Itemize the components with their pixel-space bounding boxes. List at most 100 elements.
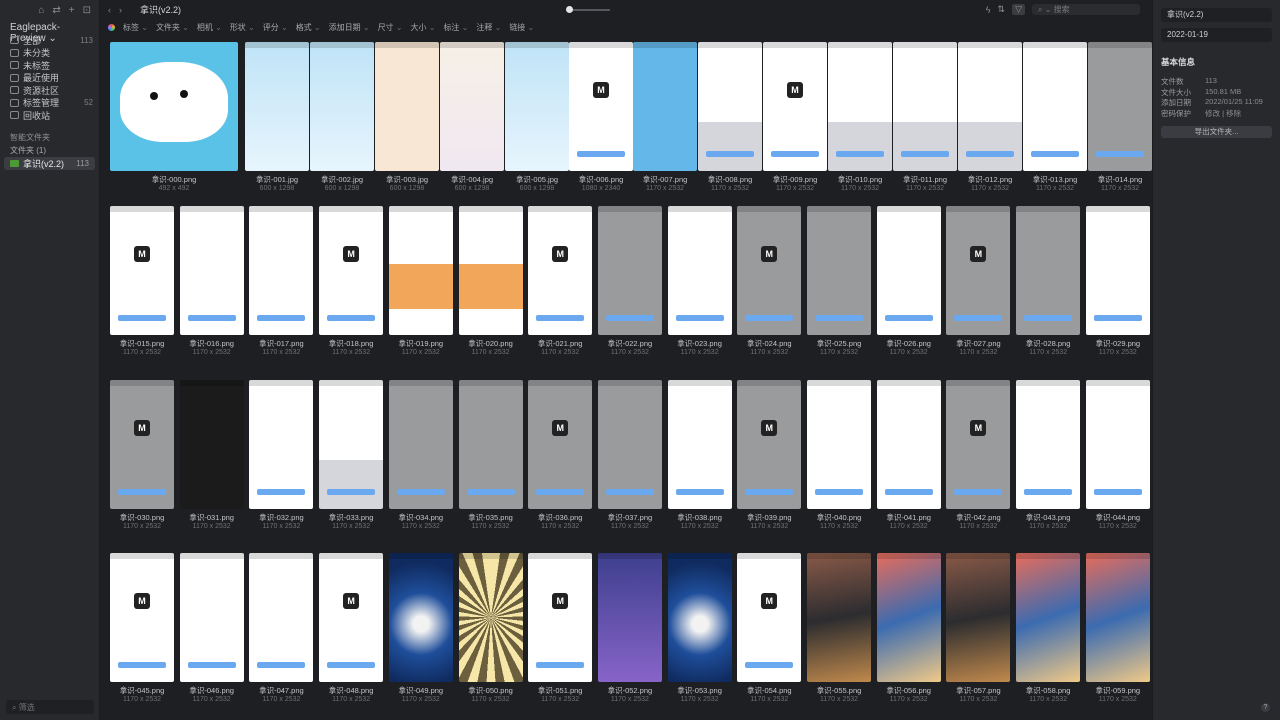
thumbnail-image[interactable]: M [737, 380, 802, 509]
thumbnail-image[interactable] [807, 380, 871, 509]
thumbnail-image[interactable] [828, 42, 892, 171]
thumbnail-image[interactable]: M [528, 206, 593, 335]
export-folder-button[interactable]: 导出文件夹... [1161, 126, 1272, 138]
thumbnail-image[interactable] [876, 206, 941, 335]
filter-icon[interactable]: ▽ [1012, 4, 1025, 15]
thumbnail-image[interactable] [1085, 206, 1150, 335]
thumbnail-image[interactable]: M [946, 206, 1011, 335]
thumbnail-image[interactable] [1088, 42, 1152, 171]
thumbnail-image[interactable] [1016, 206, 1081, 335]
thumbnail-image[interactable] [249, 553, 314, 682]
thumbnail-image[interactable] [1085, 380, 1150, 509]
bell-icon[interactable]: ⌂ [38, 5, 44, 18]
color-filter-icon[interactable] [108, 24, 115, 31]
thumbnail-image[interactable] [876, 553, 941, 682]
thumbnail-image[interactable] [698, 42, 762, 171]
forward-icon[interactable]: › [119, 5, 122, 15]
thumbnail-image[interactable] [388, 380, 453, 509]
help-icon[interactable]: ? [1261, 703, 1270, 712]
thumbnail-image[interactable]: M [110, 380, 174, 509]
info-value[interactable]: 修改 | 移除 [1205, 108, 1241, 119]
zoom-slider-track[interactable] [570, 9, 610, 11]
sidebar-item[interactable]: 资源社区 [0, 84, 99, 97]
filter-dropdown[interactable]: 添加日期 [329, 22, 370, 33]
thumbnail-image[interactable] [667, 553, 732, 682]
thumbnail-image[interactable]: M [946, 380, 1011, 509]
thumbnail-image[interactable] [893, 42, 957, 171]
thumbnail-image[interactable] [375, 42, 439, 171]
thumbnail-image[interactable] [597, 553, 662, 682]
thumbnail-image[interactable] [1016, 553, 1081, 682]
thumbnail-image[interactable] [179, 380, 244, 509]
thumbnail-image[interactable] [958, 42, 1022, 171]
thumbnail-image[interactable] [179, 553, 244, 682]
filter-dropdown[interactable]: 相机 [197, 22, 222, 33]
thumbnail-image[interactable]: M [763, 42, 827, 171]
thumbnail-image[interactable] [310, 42, 374, 171]
thumbnail-image[interactable] [458, 206, 523, 335]
zoom-slider-knob[interactable] [566, 6, 573, 13]
folder-name-field[interactable]: 拿识(v2.2) [1161, 8, 1272, 22]
filter-dropdown[interactable]: 文件夹 [156, 22, 189, 33]
thumbnail-image[interactable] [458, 553, 523, 682]
thumbnail-image[interactable] [633, 42, 697, 171]
sidebar-item[interactable]: 最近使用 [0, 72, 99, 85]
thumbnail-image[interactable]: M [110, 553, 174, 682]
thumbnail-image[interactable] [1023, 42, 1087, 171]
filter-dropdown[interactable]: 格式 [296, 22, 321, 33]
folder-item-active[interactable]: 拿识(v2.2) 113 [4, 156, 95, 170]
thumbnail-image[interactable] [110, 42, 238, 171]
thumbnail-image[interactable] [245, 42, 309, 171]
filter-dropdown[interactable]: 链接 [509, 22, 534, 33]
sidebar-item[interactable]: 回收站 [0, 109, 99, 122]
thumbnail-image[interactable] [807, 206, 871, 335]
sidebar-item[interactable]: 标签管理 52 [0, 97, 99, 110]
filter-dropdown[interactable]: 标签 [123, 22, 148, 33]
thumbnail-image[interactable] [807, 553, 871, 682]
sidebar-item[interactable]: 未分类 [0, 47, 99, 60]
thumbnail-image[interactable] [388, 553, 453, 682]
thumbnail-image[interactable]: M [319, 206, 384, 335]
thumbnail-image[interactable]: M [737, 206, 802, 335]
thumbnail-image[interactable]: M [569, 42, 633, 171]
thumbnail-image[interactable] [319, 380, 384, 509]
thumbnail-image[interactable] [505, 42, 569, 171]
thumbnail-image[interactable] [597, 380, 662, 509]
lightning-icon[interactable]: ϟ [986, 5, 991, 15]
filter-dropdown[interactable]: 注释 [476, 22, 501, 33]
thumbnail-image[interactable]: M [110, 206, 174, 335]
thumbnail-image[interactable] [249, 206, 314, 335]
thumbnail-image[interactable] [249, 380, 314, 509]
filter-dropdown[interactable]: 尺寸 [378, 22, 403, 33]
thumbnail-image[interactable] [440, 42, 504, 171]
thumbnail-image[interactable] [946, 553, 1011, 682]
filter-dropdown[interactable]: 评分 [263, 22, 288, 33]
sidebar-item[interactable]: 未标签 [0, 59, 99, 72]
add-icon[interactable]: + [69, 5, 75, 18]
thumbnail-image[interactable] [388, 206, 453, 335]
sort-icon[interactable]: ⇅ [998, 4, 1006, 15]
thumbnail-image[interactable] [458, 380, 523, 509]
back-icon[interactable]: ‹ [108, 5, 111, 15]
folder-date-field[interactable]: 2022-01-19 [1161, 28, 1272, 42]
thumbnail-image[interactable]: M [528, 553, 593, 682]
folders-heading[interactable]: 文件夹 (1) [0, 143, 99, 155]
search-input[interactable]: ⌕ ⌄ 搜索 [1032, 4, 1140, 15]
filter-dropdown[interactable]: 形状 [230, 22, 255, 33]
thumbnail-image[interactable]: M [528, 380, 593, 509]
sync-icon[interactable]: ⇄ [52, 5, 60, 18]
thumbnail-image[interactable] [1016, 380, 1081, 509]
filter-dropdown[interactable]: 大小 [411, 22, 436, 33]
thumbnail-image[interactable] [597, 206, 662, 335]
layout-icon[interactable]: ⊡ [83, 5, 91, 18]
thumbnail-image[interactable] [876, 380, 941, 509]
library-switcher[interactable]: Eaglepack-Preview ⌄ [0, 18, 99, 44]
thumbnail-image[interactable]: M [737, 553, 802, 682]
thumbnail-image[interactable] [667, 380, 732, 509]
filter-dropdown[interactable]: 标注 [443, 22, 468, 33]
sidebar-filter-input[interactable]: ⌕ 筛选 [6, 700, 94, 714]
thumbnail-image[interactable] [1085, 553, 1150, 682]
thumbnail-image[interactable] [667, 206, 732, 335]
thumbnail-image[interactable] [179, 206, 244, 335]
thumbnail-image[interactable]: M [319, 553, 384, 682]
